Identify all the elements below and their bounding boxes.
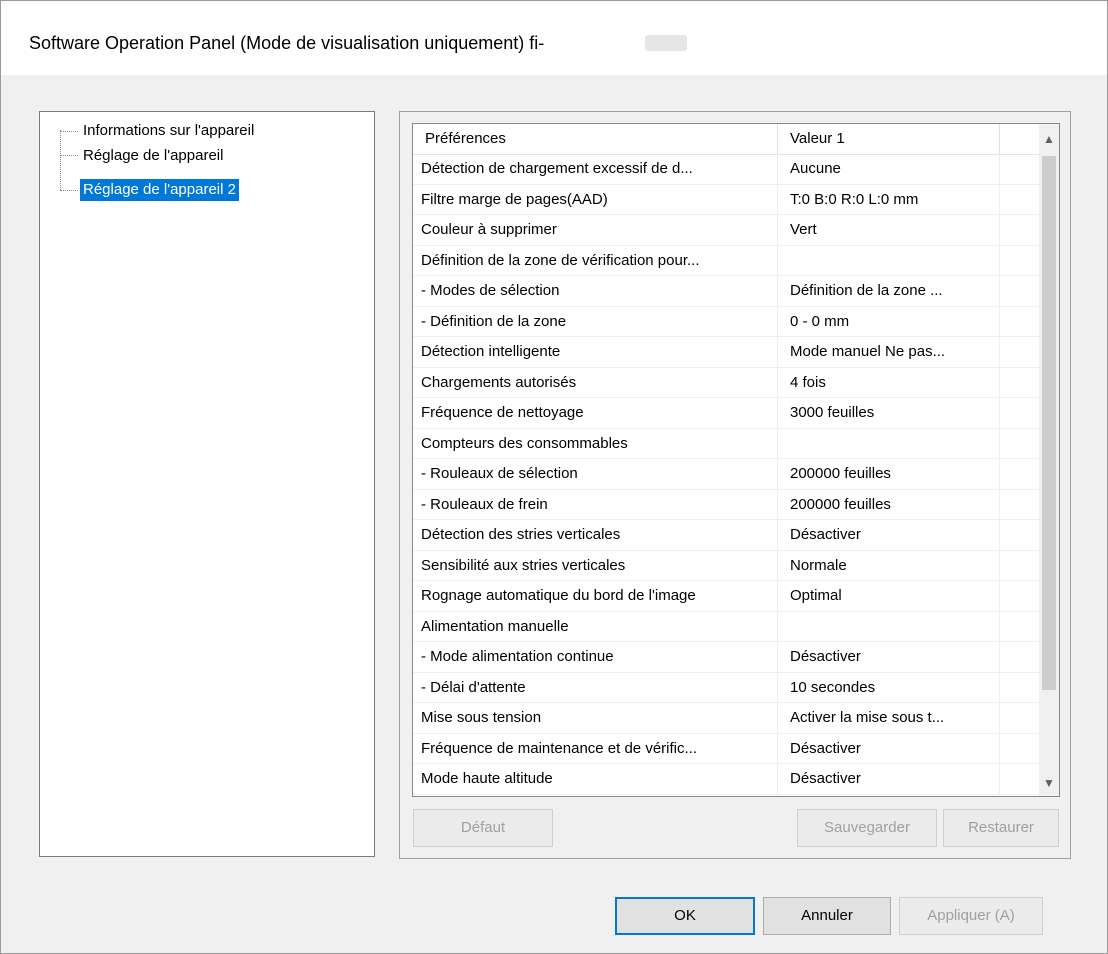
table-row[interactable]: - Rouleaux de frein 200000 feuilles <box>413 489 1041 520</box>
preference-name: Détection intelligente <box>413 337 778 367</box>
vertical-scrollbar[interactable]: ▲ ▼ <box>1039 124 1059 796</box>
preference-value: Activer la mise sous t... <box>778 703 1000 733</box>
preference-value: Normale <box>778 550 1000 581</box>
restore-button[interactable]: Restaurer <box>943 809 1059 847</box>
table-row[interactable]: Mode haute altitude Désactiver <box>413 764 1041 795</box>
scrollbar-thumb[interactable] <box>1042 156 1056 690</box>
default-button[interactable]: Défaut <box>413 809 553 847</box>
title-bar: Software Operation Panel (Mode de visual… <box>1 1 1107 75</box>
table-row[interactable]: Mise sous tension Activer la mise sous t.… <box>413 703 1041 734</box>
preference-name: Sensibilité aux stries verticales <box>413 550 778 581</box>
preference-value: 3000 feuilles <box>778 398 1000 428</box>
preference-name: Mode haute altitude <box>413 764 778 794</box>
table-row[interactable]: Détection de chargement excessif de d...… <box>413 154 1041 185</box>
preference-name: Couleur à supprimer <box>413 215 778 245</box>
preference-value: T:0 B:0 R:0 L:0 mm <box>778 184 1000 215</box>
tree-item-device-info[interactable]: Informations sur l'appareil <box>80 120 257 142</box>
window-title: Software Operation Panel (Mode de visual… <box>29 33 545 53</box>
table-row[interactable]: Chargements autorisés 4 fois <box>413 367 1041 398</box>
tree-item-device-settings-2[interactable]: Réglage de l'appareil 2 <box>80 179 239 201</box>
table-row[interactable]: - Définition de la zone 0 - 0 mm <box>413 306 1041 337</box>
tree-item-device-settings[interactable]: Réglage de l'appareil <box>80 145 226 167</box>
tree-connector <box>60 190 78 191</box>
list-rows: Détection de chargement excessif de d...… <box>413 154 1041 795</box>
preference-name: - Rouleaux de sélection <box>413 459 778 489</box>
preference-value: 10 secondes <box>778 672 1000 703</box>
preference-value: Mode manuel Ne pas... <box>778 337 1000 367</box>
tree-connector <box>60 130 61 190</box>
preference-name: Filtre marge de pages(AAD) <box>413 184 778 215</box>
table-row[interactable]: Détection des stries verticales Désactive… <box>413 520 1041 551</box>
preference-name: Chargements autorisés <box>413 367 778 398</box>
preference-value: Aucune <box>778 154 1000 184</box>
preference-name: Détection des stries verticales <box>413 520 778 550</box>
redacted-model <box>645 35 687 51</box>
preference-value: 0 - 0 mm <box>778 306 1000 337</box>
tree-connector <box>60 131 78 132</box>
preference-value: 200000 feuilles <box>778 489 1000 520</box>
preference-value: Désactiver <box>778 733 1000 764</box>
table-row[interactable]: Sensibilité aux stries verticales Normale <box>413 550 1041 581</box>
preference-name: - Délai d'attente <box>413 672 778 703</box>
preference-value: Définition de la zone ... <box>778 276 1000 306</box>
table-row[interactable]: Fréquence de nettoyage 3000 feuilles <box>413 398 1041 429</box>
table-row[interactable]: - Délai d'attente 10 secondes <box>413 672 1041 703</box>
preference-value: 200000 feuilles <box>778 459 1000 489</box>
scroll-up-icon[interactable]: ▲ <box>1039 124 1059 154</box>
preference-name: Alimentation manuelle <box>413 611 778 642</box>
tree-connector <box>60 155 78 156</box>
preference-name: - Modes de sélection <box>413 276 778 306</box>
table-row[interactable]: Couleur à supprimer Vert <box>413 215 1041 246</box>
table-row[interactable]: - Modes de sélection Définition de la zon… <box>413 276 1041 307</box>
dialog-window: Software Operation Panel (Mode de visual… <box>0 0 1108 954</box>
table-row[interactable]: Filtre marge de pages(AAD) T:0 B:0 R:0 L:… <box>413 184 1041 215</box>
preference-value: Vert <box>778 215 1000 245</box>
preference-value: 4 fois <box>778 367 1000 398</box>
column-header-value[interactable]: Valeur 1 <box>778 124 1000 154</box>
table-row[interactable]: Fréquence de maintenance et de vérific..… <box>413 733 1041 764</box>
preference-name: Définition de la zone de vérification po… <box>413 245 778 276</box>
settings-tree[interactable]: Informations sur l'appareil Réglage de l… <box>39 111 375 857</box>
preference-value: Désactiver <box>778 642 1000 672</box>
preference-value <box>778 611 1000 642</box>
preference-name: - Mode alimentation continue <box>413 642 778 672</box>
preference-name: - Rouleaux de frein <box>413 489 778 520</box>
table-row[interactable]: Définition de la zone de vérification po… <box>413 245 1041 276</box>
table-row[interactable]: Détection intelligente Mode manuel Ne pas… <box>413 337 1041 368</box>
table-row[interactable]: - Mode alimentation continue Désactiver <box>413 642 1041 673</box>
preference-value <box>778 245 1000 276</box>
table-row[interactable]: Rognage automatique du bord de l'image Op… <box>413 581 1041 612</box>
preference-name: Fréquence de nettoyage <box>413 398 778 428</box>
table-row[interactable]: Alimentation manuelle <box>413 611 1041 642</box>
preference-value: Désactiver <box>778 764 1000 794</box>
scroll-down-icon[interactable]: ▼ <box>1039 770 1059 796</box>
preference-value: Désactiver <box>778 520 1000 550</box>
list-header: Préférences Valeur 1 <box>413 124 1059 155</box>
preference-name: Rognage automatique du bord de l'image <box>413 581 778 611</box>
apply-button[interactable]: Appliquer (A) <box>899 897 1043 935</box>
preference-name: - Définition de la zone <box>413 306 778 337</box>
preference-name: Fréquence de maintenance et de vérific..… <box>413 733 778 764</box>
preference-value <box>778 428 1000 459</box>
table-row[interactable]: - Rouleaux de sélection 200000 feuilles <box>413 459 1041 490</box>
preferences-list[interactable]: Préférences Valeur 1 Détection de charge… <box>412 123 1060 797</box>
column-header-extra[interactable] <box>1000 124 1040 154</box>
preference-name: Détection de chargement excessif de d... <box>413 154 778 184</box>
preference-name: Mise sous tension <box>413 703 778 733</box>
ok-button[interactable]: OK <box>615 897 755 935</box>
save-button[interactable]: Sauvegarder <box>797 809 937 847</box>
preference-value: Optimal <box>778 581 1000 611</box>
table-row[interactable]: Compteurs des consommables <box>413 428 1041 459</box>
preference-name: Compteurs des consommables <box>413 428 778 459</box>
cancel-button[interactable]: Annuler <box>763 897 891 935</box>
column-header-preferences[interactable]: Préférences <box>413 124 778 154</box>
